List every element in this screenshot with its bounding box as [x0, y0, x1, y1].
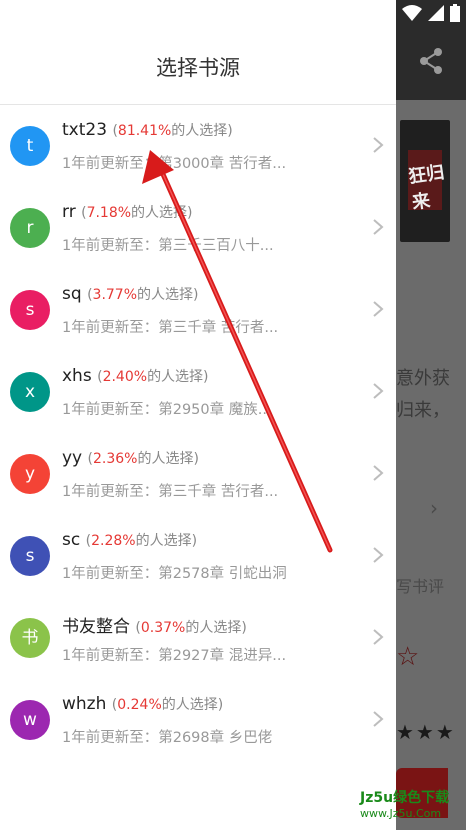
chevron-right-icon [373, 301, 384, 317]
source-name: txt23 [62, 120, 108, 140]
watermark-line-1: Jz5u绿色下载 [360, 790, 450, 806]
source-percent: 81.41% [117, 123, 172, 139]
source-share: (81.41%的人选择) [112, 123, 232, 139]
source-name: whzh [62, 694, 107, 714]
source-list-item[interactable]: t txt23 (81.41%的人选择) 1年前更新至：第3000章 苦行者... [0, 106, 396, 188]
source-percent: 2.40% [102, 369, 148, 385]
book-cover-title: 狂归来 [407, 161, 446, 214]
source-avatar: s [10, 536, 50, 576]
source-share: (2.40%的人选择) [97, 369, 208, 385]
source-share-suffix: 的人选择) [135, 533, 198, 549]
drawer-title: 选择书源 [156, 56, 240, 80]
watermark-line-2: www.Jz5u.Com [360, 807, 442, 820]
battery-icon [450, 4, 460, 26]
star-outline-icon[interactable]: ☆ [396, 642, 419, 672]
source-name-line: 书友整合 (0.37%的人选择) [62, 612, 247, 637]
title-divider [0, 104, 396, 105]
source-share: (0.24%的人选择) [112, 697, 223, 713]
source-name-line: rr (7.18%的人选择) [62, 202, 193, 222]
source-avatar: t [10, 126, 50, 166]
source-name: sq [62, 284, 82, 304]
source-share-suffix: 的人选择) [185, 620, 247, 636]
source-share: (2.28%的人选择) [86, 533, 197, 549]
source-avatar: r [10, 208, 50, 248]
share-icon[interactable] [418, 46, 444, 76]
source-name: 书友整合 [62, 617, 130, 637]
source-share: (0.37%的人选择) [135, 620, 246, 636]
source-name-line: xhs (2.40%的人选择) [62, 366, 209, 386]
source-percent: 7.18% [86, 205, 132, 221]
signal-icon [428, 5, 444, 25]
source-percent: 3.77% [92, 287, 138, 303]
source-share-suffix: 的人选择) [161, 697, 224, 713]
source-name: xhs [62, 366, 92, 386]
source-percent: 0.24% [117, 697, 162, 713]
background-book-detail: 狂归来 意外获 归来， › 写书评 ☆ ★★★ [396, 0, 466, 830]
chevron-right-icon [373, 219, 384, 235]
source-list-item[interactable]: 书书友整合 (0.37%的人选择) 1年前更新至：第2927章 混进异... [0, 598, 396, 680]
write-review-label[interactable]: 写书评 [396, 573, 444, 597]
book-intro-line-1: 意外获 [396, 368, 450, 389]
source-list-item[interactable]: y yy (2.36%的人选择) 1年前更新至：第三千章 苦行者... [0, 434, 396, 516]
source-name-line: yy (2.36%的人选择) [62, 448, 199, 468]
source-avatar: w [10, 700, 50, 740]
wifi-icon [402, 5, 422, 25]
source-latest-chapter: 1年前更新至：第三千章 苦行者... [62, 484, 279, 500]
source-avatar: s [10, 290, 50, 330]
source-latest-chapter: 1年前更新至：第2698章 乡巴佬 [62, 730, 273, 746]
book-cover: 狂归来 [400, 120, 450, 242]
source-name-line: whzh (0.24%的人选择) [62, 694, 223, 714]
source-list-item[interactable]: s sc (2.28%的人选择) 1年前更新至：第2578章 引蛇出洞 [0, 516, 396, 598]
source-share-suffix: 的人选择) [147, 369, 209, 385]
source-selection-drawer: 选择书源 t txt23 (81.41%的人选择) 1年前更新至：第3000章 苦行… [0, 0, 396, 830]
chevron-right-icon [373, 711, 384, 727]
source-latest-chapter: 1年前更新至：第三千三百八十... [62, 238, 274, 254]
source-latest-chapter: 1年前更新至：第3000章 苦行者... [62, 156, 287, 172]
source-list-item[interactable]: x xhs (2.40%的人选择) 1年前更新至：第2950章 魔族... [0, 352, 396, 434]
chevron-right-icon [373, 547, 384, 563]
source-name: rr [62, 202, 76, 222]
status-bar [402, 4, 460, 26]
source-latest-chapter: 1年前更新至：第三千章 苦行者... [62, 320, 279, 336]
source-latest-chapter: 1年前更新至：第2927章 混进异... [62, 648, 287, 664]
source-share-suffix: 的人选择) [137, 287, 199, 303]
source-share: (7.18%的人选择) [81, 205, 192, 221]
source-percent: 0.37% [140, 620, 186, 636]
source-list-item[interactable]: w whzh (0.24%的人选择) 1年前更新至：第2698章 乡巴佬 [0, 680, 396, 762]
source-list-item[interactable]: r rr (7.18%的人选择) 1年前更新至：第三千三百八十... [0, 188, 396, 270]
chevron-right-icon [373, 629, 384, 645]
source-share: (2.36%的人选择) [88, 451, 199, 467]
source-name: sc [62, 530, 81, 550]
source-name: yy [62, 448, 83, 468]
source-avatar: 书 [10, 618, 50, 658]
source-name-line: sq (3.77%的人选择) [62, 284, 198, 304]
source-share-suffix: 的人选择) [131, 205, 193, 221]
source-list-item[interactable]: s sq (3.77%的人选择) 1年前更新至：第三千章 苦行者... [0, 270, 396, 352]
source-share-suffix: 的人选择) [171, 123, 233, 139]
source-share-suffix: 的人选择) [137, 451, 199, 467]
source-percent: 2.28% [91, 533, 136, 549]
book-intro-line-2: 归来， [396, 400, 450, 421]
watermark: Jz5u绿色下载 www.Jz5u.Com [360, 790, 449, 822]
source-share: (3.77%的人选择) [87, 287, 198, 303]
source-avatar: y [10, 454, 50, 494]
chevron-right-icon [373, 137, 384, 153]
chevron-right-icon [373, 383, 384, 399]
source-latest-chapter: 1年前更新至：第2578章 引蛇出洞 [62, 566, 287, 582]
rating-stars: ★★★ [396, 720, 456, 744]
chevron-right-icon: › [430, 496, 438, 520]
chevron-right-icon [373, 465, 384, 481]
source-avatar: x [10, 372, 50, 412]
source-name-line: txt23 (81.41%的人选择) [62, 120, 233, 140]
source-percent: 2.36% [93, 451, 138, 467]
source-name-line: sc (2.28%的人选择) [62, 530, 197, 550]
source-latest-chapter: 1年前更新至：第2950章 魔族... [62, 402, 272, 418]
